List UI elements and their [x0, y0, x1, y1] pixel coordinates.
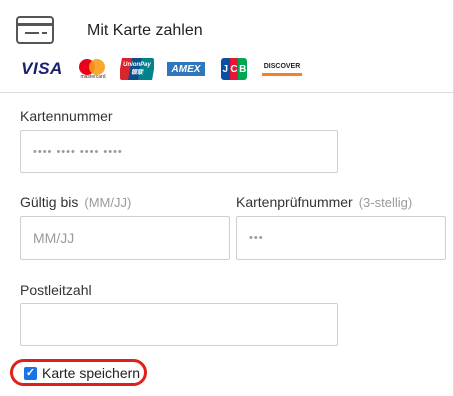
save-card-label[interactable]: Karte speichern [42, 365, 140, 381]
save-card-highlight: ✓ Karte speichern [10, 359, 147, 386]
expiry-hint: (MM/JJ) [84, 195, 132, 210]
postal-code-input[interactable] [20, 303, 338, 346]
amex-logo: AMEX [167, 62, 205, 76]
cvc-input[interactable]: ••• [236, 216, 446, 260]
credit-card-icon [16, 16, 54, 44]
payment-method-title: Mit Karte zahlen [87, 22, 203, 39]
expiry-label: Gültig bis (MM/JJ) [20, 194, 132, 210]
unionpay-logo: UnionPay 银联 [120, 58, 154, 80]
visa-logo: VISA [21, 59, 63, 78]
discover-logo: DISCOVER [262, 60, 302, 76]
card-number-label: Kartennummer [20, 108, 113, 124]
cvc-hint: (3-stellig) [358, 195, 413, 210]
expiry-input[interactable]: MM/JJ [20, 216, 230, 260]
card-form: Kartennummer •••• •••• •••• •••• Gültig … [0, 93, 454, 396]
postal-code-label: Postleitzahl [20, 282, 92, 298]
payment-header: Mit Karte zahlen VISA mastercard UnionPa… [0, 0, 454, 93]
jcb-logo: J C B [221, 58, 247, 80]
card-number-input[interactable]: •••• •••• •••• •••• [20, 130, 338, 173]
cvc-label: Kartenprüfnummer (3-stellig) [236, 194, 413, 210]
mastercard-logo: mastercard [73, 58, 113, 80]
save-card-checkbox[interactable]: ✓ [24, 367, 37, 380]
